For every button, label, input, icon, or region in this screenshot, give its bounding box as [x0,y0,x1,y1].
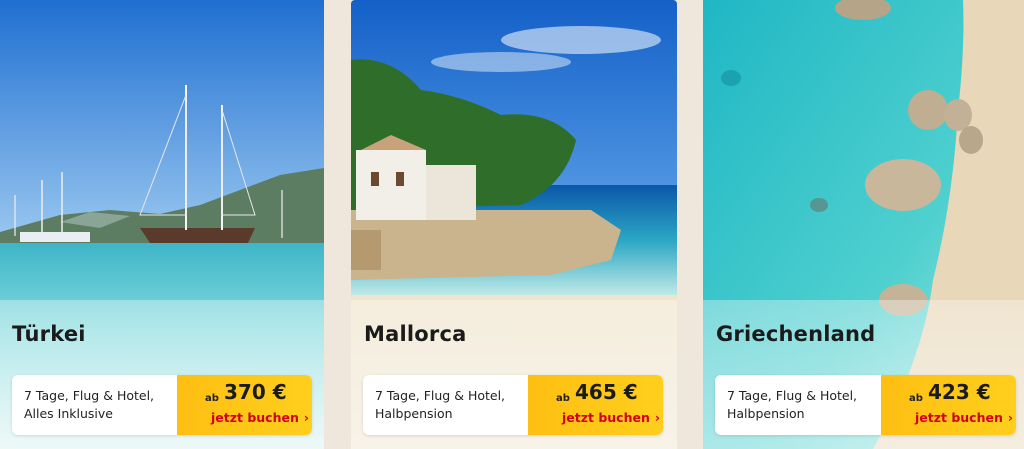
offer-description: 7 Tage, Flug & Hotel, Halbpension [727,387,877,423]
price-value: 465 € [575,380,638,404]
book-now-button[interactable]: ab 423 € jetzt buchen › [881,375,1016,435]
offer-description-line1: 7 Tage, Flug & Hotel, [727,388,858,403]
offer-description: 7 Tage, Flug & Hotel, Halbpension [375,387,525,423]
chevron-right-icon: › [654,410,661,425]
book-now-button[interactable]: ab 370 € jetzt buchen › [177,375,312,435]
destination-title: Griechenland [716,322,876,346]
offer-card-mallorca[interactable]: Mallorca 7 Tage, Flug & Hotel, Halbpensi… [351,0,677,449]
book-now-label[interactable]: jetzt buchen › [211,410,309,425]
book-now-label[interactable]: jetzt buchen › [915,410,1013,425]
offer-card-tuerkei[interactable]: Türkei 7 Tage, Flug & Hotel, Alles Inklu… [0,0,324,449]
offer-description-line2: Halbpension [727,406,805,421]
chevron-right-icon: › [303,410,310,425]
price-prefix: ab [909,393,923,404]
book-now-text: jetzt buchen [562,410,650,425]
offer-info-box[interactable]: 7 Tage, Flug & Hotel, Alles Inklusive ab… [12,375,312,435]
book-now-text: jetzt buchen [211,410,299,425]
chevron-right-icon: › [1007,410,1014,425]
price-prefix: ab [556,393,570,404]
offer-info-box[interactable]: 7 Tage, Flug & Hotel, Halbpension ab 465… [363,375,663,435]
offer-description: 7 Tage, Flug & Hotel, Alles Inklusive [24,387,174,423]
book-now-button[interactable]: ab 465 € jetzt buchen › [528,375,663,435]
destination-title: Mallorca [364,322,467,346]
destination-title: Türkei [12,322,86,346]
offer-description-line2: Alles Inklusive [24,406,113,421]
offer-info-box[interactable]: 7 Tage, Flug & Hotel, Halbpension ab 423… [715,375,1016,435]
book-now-label[interactable]: jetzt buchen › [562,410,660,425]
price-value: 423 € [928,380,991,404]
price-value: 370 € [224,380,287,404]
offer-card-griechenland[interactable]: Griechenland 7 Tage, Flug & Hotel, Halbp… [703,0,1024,449]
price-prefix: ab [205,393,219,404]
offer-description-line1: 7 Tage, Flug & Hotel, [24,388,155,403]
book-now-text: jetzt buchen [915,410,1003,425]
offer-description-line2: Halbpension [375,406,453,421]
offer-description-line1: 7 Tage, Flug & Hotel, [375,388,506,403]
